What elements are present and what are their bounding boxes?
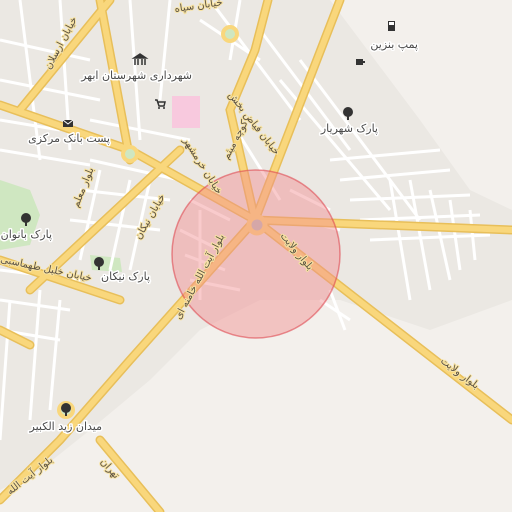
roundabout-center-west — [121, 145, 139, 163]
roundabout-north — [221, 25, 239, 43]
label-park-shahriar: پارک شهریار — [320, 122, 378, 135]
label-park-banovan: پارک بانوان — [1, 228, 52, 241]
map-view[interactable]: خیابان ارسلان خیابان سپاه خیابان فیاض بخ… — [0, 0, 512, 512]
label-post-bank: پست بانک مرکزی — [28, 132, 110, 145]
search-radius-circle[interactable] — [171, 169, 341, 339]
label-square-zeid: میدان زید الکبیر — [29, 420, 103, 433]
map-canvas[interactable]: خیابان ارسلان خیابان سپاه خیابان فیاض بخ… — [0, 0, 512, 512]
label-blvd-velayat-2: بلوار ولایت — [438, 356, 481, 392]
hospital-area — [172, 96, 200, 128]
fuel-icon[interactable] — [388, 21, 395, 31]
post-office-icon[interactable] — [62, 119, 74, 127]
label-municipality: شهرداری شهرستان ابهر — [80, 69, 192, 82]
label-park-nikan: پارک نیکان — [101, 270, 150, 283]
label-gas-station: پمپ بنزین — [370, 38, 418, 51]
